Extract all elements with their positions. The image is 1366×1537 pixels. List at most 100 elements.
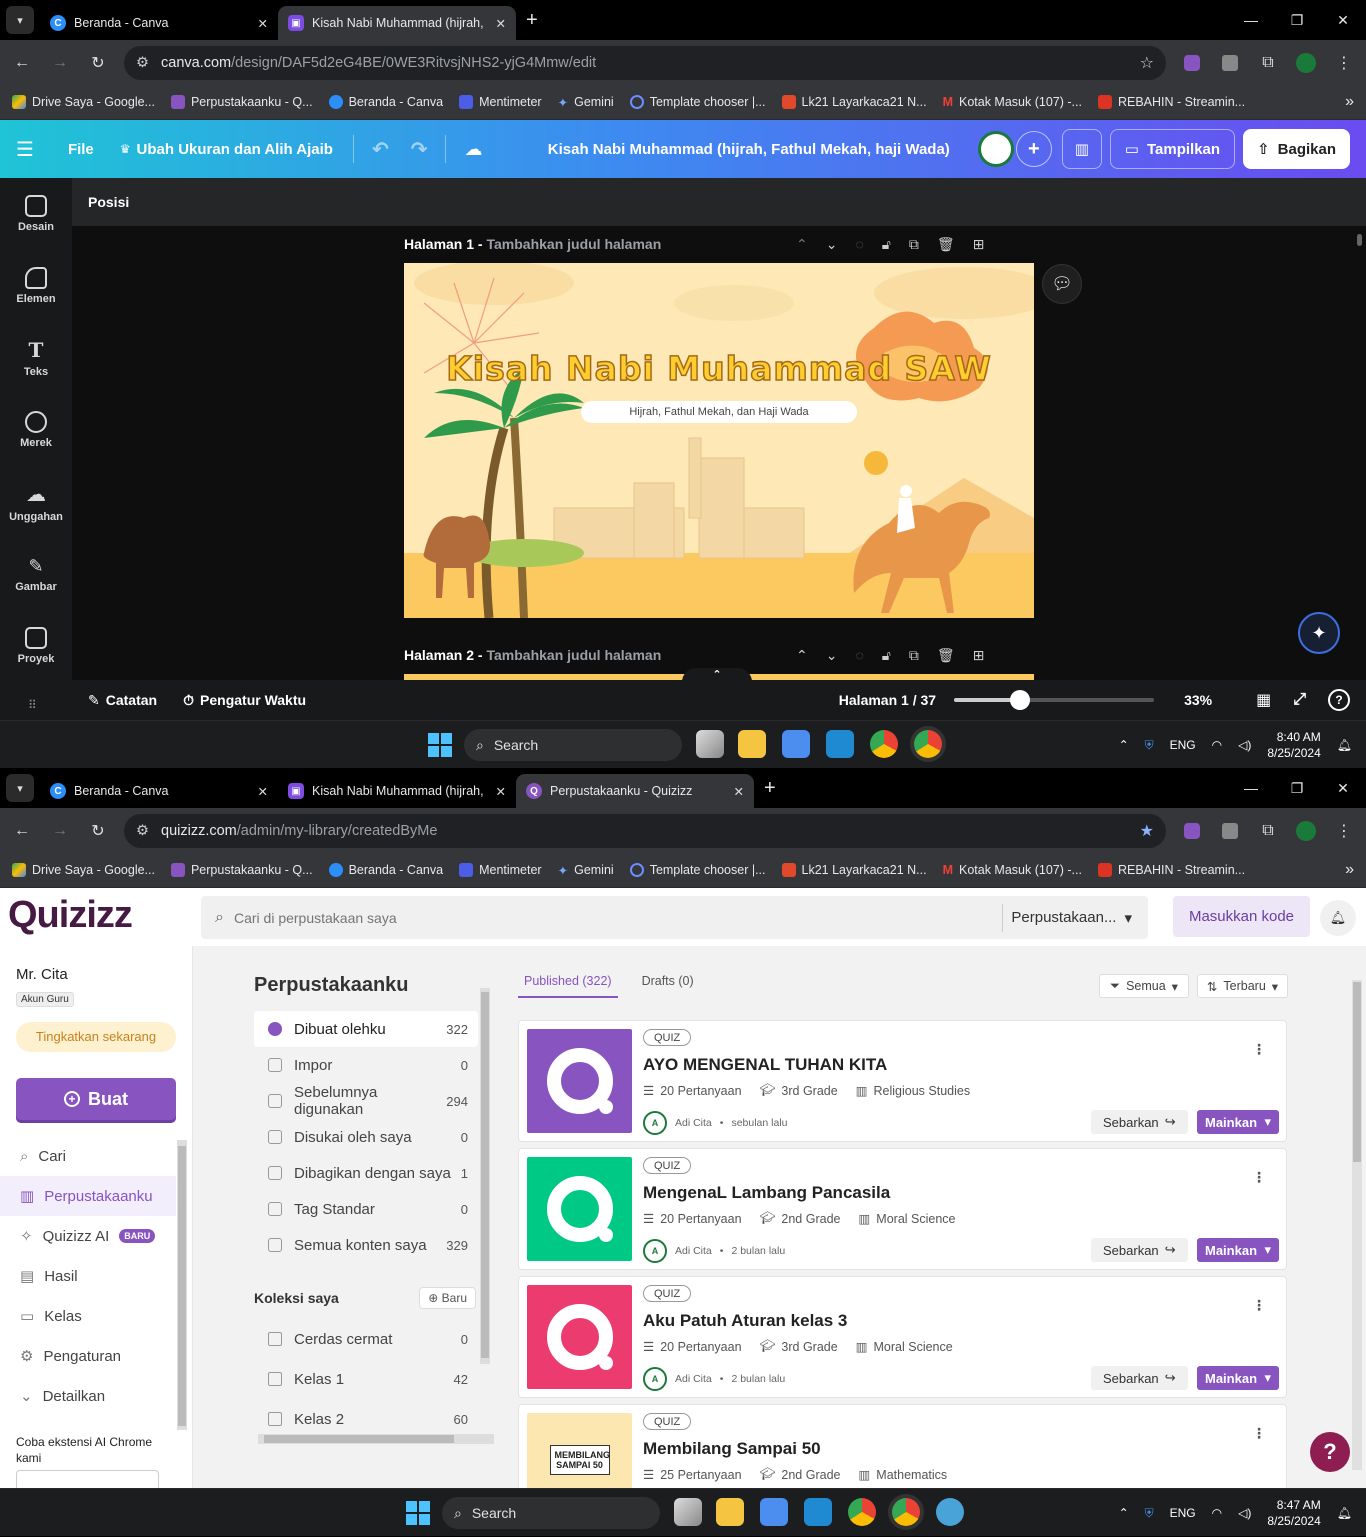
hamburger-icon[interactable]: ☰ bbox=[16, 137, 34, 162]
restore-button[interactable]: ❐ bbox=[1274, 0, 1320, 40]
bookmark[interactable]: Beranda - Canva bbox=[328, 863, 443, 877]
library-nav-item[interactable]: Dibagikan dengan saya 1 bbox=[254, 1155, 478, 1191]
new-collection-button[interactable]: ⊕ Baru bbox=[419, 1287, 476, 1309]
bookmark[interactable]: ✦ Gemini bbox=[558, 863, 614, 878]
minimize-button[interactable]: — bbox=[1228, 0, 1274, 40]
lock-icon[interactable]: 🔓︎ bbox=[882, 647, 891, 664]
clock[interactable]: 8:47 AM 8/25/2024 bbox=[1267, 1497, 1320, 1529]
nav-more[interactable]: ⌄ Detailkan bbox=[0, 1376, 176, 1416]
help-icon[interactable]: ? bbox=[1328, 689, 1350, 711]
page-title-input[interactable]: Tambahkan judul halaman bbox=[486, 647, 661, 663]
analytics-button[interactable]: ▥ bbox=[1061, 129, 1102, 169]
sidebar-item-elements[interactable]: Elemen bbox=[0, 250, 72, 322]
slide-title[interactable]: Kisah Nabi Muhammad SAW bbox=[404, 348, 1034, 389]
reload-icon[interactable]: ↻ bbox=[86, 819, 110, 843]
cloud-saved-icon[interactable]: ☁ bbox=[464, 139, 482, 160]
sidebar-item-text[interactable]: T Teks bbox=[0, 322, 72, 394]
windows-start-icon[interactable] bbox=[406, 1501, 430, 1525]
puzzle-icon[interactable]: ⧉ bbox=[1256, 51, 1280, 75]
clock[interactable]: 8:40 AM 8/25/2024 bbox=[1267, 729, 1320, 761]
zoom-value[interactable]: 33% bbox=[1184, 692, 1234, 708]
more-bookmarks-icon[interactable]: » bbox=[1345, 93, 1354, 111]
chrome-icon[interactable] bbox=[870, 730, 898, 758]
library-nav-item-active[interactable]: Dibuat olehku 322 bbox=[254, 1011, 478, 1047]
apps-grid-icon[interactable]: ⠿ bbox=[28, 698, 37, 712]
bookmark[interactable]: Beranda - Canva bbox=[328, 95, 443, 109]
bookmark[interactable]: Lk21 Layarkaca21 N... bbox=[781, 95, 927, 109]
file-menu[interactable]: File bbox=[68, 141, 94, 158]
notes-button[interactable]: Catatan bbox=[106, 692, 157, 708]
library-scrollbar[interactable] bbox=[480, 988, 490, 1364]
new-tab-button[interactable]: + bbox=[526, 9, 538, 32]
language-indicator[interactable]: ENG bbox=[1170, 738, 1196, 752]
library-nav-item[interactable]: Semua konten saya 329 bbox=[254, 1227, 478, 1263]
vscode-icon[interactable] bbox=[826, 730, 854, 758]
search-input[interactable] bbox=[233, 909, 1003, 926]
library-nav-item[interactable]: Disukai oleh saya 0 bbox=[254, 1119, 478, 1155]
sidebar-item-draw[interactable]: ✎ Gambar bbox=[0, 538, 72, 610]
nav-classes[interactable]: ▭ Kelas bbox=[0, 1296, 176, 1336]
redo-icon[interactable]: ↷ bbox=[411, 137, 428, 162]
scope-select[interactable]: Perpustakaan... ▾ bbox=[1003, 909, 1148, 927]
browser-tab[interactable]: ▣ Kisah Nabi Muhammad (hijrah, ✕ bbox=[278, 774, 516, 808]
chrome-store-badge[interactable] bbox=[16, 1470, 159, 1488]
quiz-title[interactable]: AYO MENGENAL TUHAN KITA bbox=[643, 1055, 887, 1075]
quiz-title[interactable]: Aku Patuh Aturan kelas 3 bbox=[643, 1311, 847, 1331]
file-explorer-icon[interactable] bbox=[716, 1498, 744, 1526]
bell-icon[interactable]: 🔔︎ bbox=[1337, 738, 1352, 752]
bookmark[interactable]: M Kotak Masuk (107) -... bbox=[943, 863, 1082, 877]
close-icon[interactable]: ✕ bbox=[496, 16, 506, 31]
hide-icon[interactable]: ◌ bbox=[855, 236, 863, 253]
add-page-icon[interactable]: ⊞ bbox=[973, 647, 985, 664]
volume-icon[interactable]: ◁) bbox=[1238, 1506, 1251, 1520]
back-icon[interactable]: ← bbox=[10, 51, 34, 75]
browser-tab-active[interactable]: ▣ Kisah Nabi Muhammad (hijrah, ✕ bbox=[278, 6, 516, 40]
close-icon[interactable]: ✕ bbox=[258, 16, 268, 31]
collection-item[interactable]: Cerdas cermat 0 bbox=[254, 1319, 478, 1359]
sort-button[interactable]: ⇅ Terbaru ▾ bbox=[1197, 974, 1288, 998]
nav-library[interactable]: ▥ Perpustakaanku bbox=[0, 1176, 176, 1216]
comment-button[interactable]: 💬︎ bbox=[1042, 264, 1082, 304]
windows-start-icon[interactable] bbox=[428, 733, 452, 757]
hide-icon[interactable]: ◌ bbox=[855, 647, 863, 664]
add-page-icon[interactable]: ⊞ bbox=[973, 236, 985, 253]
bookmark[interactable]: REBAHIN - Streamin... bbox=[1097, 95, 1245, 109]
duplicate-icon[interactable]: ⧉ bbox=[909, 647, 919, 664]
nav-quizizz-ai[interactable]: ✧ Quizizz AI BARU bbox=[0, 1216, 176, 1256]
enter-code-button[interactable]: Masukkan kode bbox=[1173, 896, 1310, 937]
filter-button[interactable]: ⏷ Semua ▾ bbox=[1099, 974, 1189, 998]
forward-icon[interactable]: → bbox=[48, 819, 72, 843]
language-indicator[interactable]: ENG bbox=[1170, 1506, 1196, 1520]
chevron-up-icon[interactable]: ⌃ bbox=[1119, 1506, 1129, 1520]
nav-settings[interactable]: ⚙ Pengaturan bbox=[0, 1336, 176, 1376]
tab-published[interactable]: Published (322) bbox=[518, 974, 618, 998]
zoom-slider[interactable] bbox=[954, 690, 1155, 710]
chevron-up-icon[interactable]: ⌃ bbox=[796, 647, 808, 664]
more-options-icon[interactable]: ⋮ bbox=[1252, 1425, 1266, 1442]
store-icon[interactable] bbox=[782, 730, 810, 758]
quiz-title[interactable]: MengenaL Lambang Pancasila bbox=[643, 1183, 890, 1203]
bookmark[interactable]: Mentimeter bbox=[459, 95, 542, 109]
vscode-icon[interactable] bbox=[804, 1498, 832, 1526]
play-button[interactable]: Mainkan ▾ bbox=[1197, 1110, 1279, 1134]
wifi-icon[interactable]: ◠ bbox=[1212, 1506, 1222, 1520]
taskbar-search[interactable]: ⌕ Search bbox=[464, 729, 682, 761]
more-options-icon[interactable]: ⋮ bbox=[1252, 1041, 1266, 1058]
chevron-up-icon[interactable]: ⌃ bbox=[1119, 738, 1129, 752]
volume-icon[interactable]: ◁) bbox=[1238, 738, 1251, 752]
reload-icon[interactable]: ↻ bbox=[86, 51, 110, 75]
library-nav-item[interactable]: Impor 0 bbox=[254, 1047, 478, 1083]
tab-search-button[interactable]: ▾ bbox=[6, 774, 34, 802]
share-button[interactable]: ⇧ Bagikan bbox=[1243, 129, 1350, 169]
task-view-icon[interactable] bbox=[674, 1498, 702, 1526]
quizizz-logo[interactable]: Quizizz bbox=[8, 894, 133, 937]
star-filled-icon[interactable]: ★ bbox=[1140, 821, 1154, 841]
share-button[interactable]: Sebarkan ↪ bbox=[1091, 1110, 1188, 1134]
browser-tab[interactable]: C Beranda - Canva ✕ bbox=[40, 774, 278, 808]
menu-icon[interactable]: ⋮ bbox=[1332, 819, 1356, 843]
file-explorer-icon[interactable] bbox=[738, 730, 766, 758]
bell-icon[interactable]: 🔔︎ bbox=[1337, 1506, 1352, 1520]
avatar[interactable] bbox=[977, 131, 1014, 167]
puzzle-icon[interactable]: ⧉ bbox=[1256, 819, 1280, 843]
defender-icon[interactable]: ⛨ bbox=[1145, 1506, 1154, 1521]
